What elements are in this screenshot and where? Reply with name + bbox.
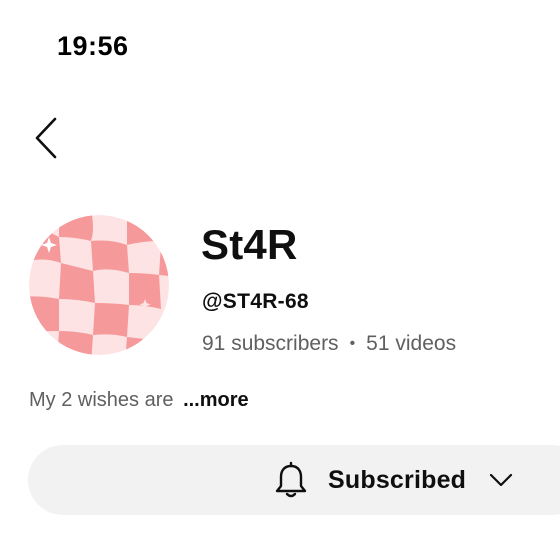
more-link[interactable]: ...more	[183, 389, 249, 411]
subscribed-button[interactable]: Subscribed	[28, 445, 560, 515]
video-count: 51 videos	[366, 332, 457, 355]
channel-stats: 91 subscribers • 51 videos	[202, 332, 456, 356]
status-bar-time: 19:56	[57, 31, 129, 61]
description-text: My 2 wishes are	[29, 389, 174, 411]
bell-icon	[275, 461, 307, 498]
channel-avatar[interactable]	[29, 215, 169, 355]
channel-name: St4R	[201, 221, 298, 268]
stats-separator: •	[349, 335, 356, 352]
subscriber-count: 91 subscribers	[202, 332, 339, 355]
subscribed-label: Subscribed	[328, 465, 467, 494]
chevron-left-icon	[35, 117, 57, 159]
channel-handle: @ST4R-68	[202, 290, 309, 313]
back-button[interactable]	[26, 114, 66, 162]
chevron-down-icon[interactable]	[488, 472, 514, 488]
channel-description[interactable]: My 2 wishes are ...more	[29, 389, 249, 412]
